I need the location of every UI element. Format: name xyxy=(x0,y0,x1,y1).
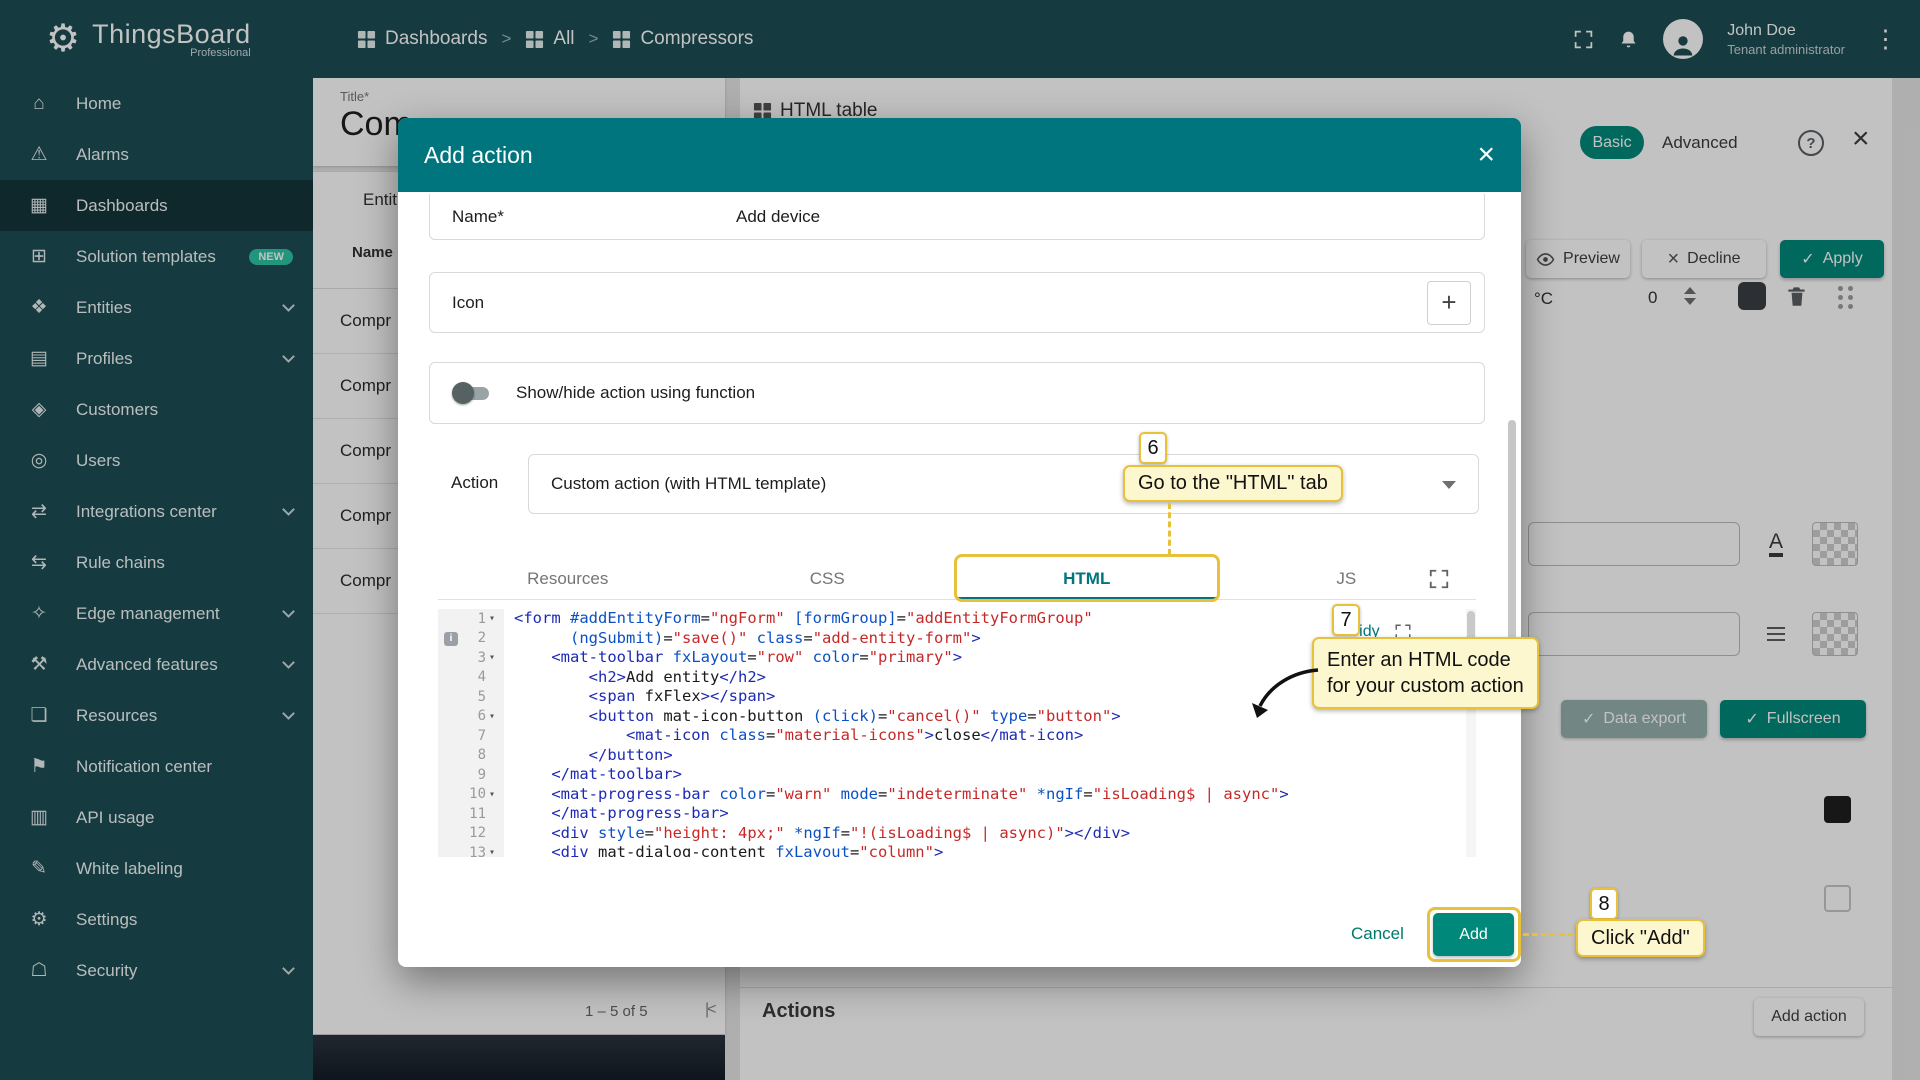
step-8-connector xyxy=(1523,933,1574,936)
code-line: <div style="height: 4px;" *ngIf="!(isLoa… xyxy=(514,824,1462,844)
step-7-callout: Enter an HTML code for your custom actio… xyxy=(1312,637,1539,709)
show-hide-function-row: Show/hide action using function xyxy=(429,362,1485,424)
step-7-arrow xyxy=(1248,664,1324,722)
tab-css[interactable]: CSS xyxy=(698,557,958,600)
expand-tabs-icon[interactable] xyxy=(1428,568,1450,590)
step-6-badge: 6 xyxy=(1139,432,1167,464)
gutter-line-number: 6▾ xyxy=(438,707,504,727)
add-action-dialog: Add action × Name* Add device Icon + Sho… xyxy=(398,118,1521,967)
screen: Title* Com Entiti Name ComprComprComprCo… xyxy=(0,0,1920,1080)
code-line: </mat-progress-bar> xyxy=(514,804,1462,824)
action-label: Action xyxy=(451,473,498,493)
step-8-text: Click "Add" xyxy=(1591,927,1690,950)
close-dialog-icon[interactable]: × xyxy=(1477,140,1495,170)
step-7-badge: 7 xyxy=(1332,604,1360,636)
name-field-label: Name* xyxy=(452,207,504,227)
icon-field-label: Icon xyxy=(452,293,1427,313)
code-line: <div mat-dialog-content fxLayout="column… xyxy=(514,843,1462,857)
step-6-connector xyxy=(1168,503,1171,555)
name-field[interactable]: Name* Add device xyxy=(429,194,1485,240)
icon-field: Icon + xyxy=(429,272,1485,333)
add-button-highlight xyxy=(1427,907,1521,962)
step-7-text-line2: for your custom action xyxy=(1327,673,1524,699)
add-icon-button[interactable]: + xyxy=(1427,281,1471,325)
editor-info-annotation: i xyxy=(444,632,458,646)
action-type-value: Custom action (with HTML template) xyxy=(551,474,826,494)
show-hide-toggle-label: Show/hide action using function xyxy=(516,383,755,403)
gutter-line-number: 7 xyxy=(438,726,504,746)
code-line: <mat-icon class="material-icons">close</… xyxy=(514,726,1462,746)
gutter-line-number: 13▾ xyxy=(438,843,504,857)
step-6-callout: Go to the "HTML" tab xyxy=(1123,465,1343,502)
gutter-line-number: 12 xyxy=(438,824,504,844)
gutter-line-number: 8 xyxy=(438,746,504,766)
dialog-title: Add action xyxy=(424,142,1477,169)
cancel-button[interactable]: Cancel xyxy=(1351,924,1404,944)
tab-resources[interactable]: Resources xyxy=(438,557,698,600)
gutter-line-number: 5 xyxy=(438,687,504,707)
gutter-line-number: 1▾ xyxy=(438,609,504,629)
chevron-down-icon xyxy=(1442,481,1456,489)
gutter-line-number: 11 xyxy=(438,804,504,824)
html-tab-highlight xyxy=(954,554,1220,602)
gutter-line-number: 10▾ xyxy=(438,785,504,805)
show-hide-toggle[interactable] xyxy=(452,381,492,405)
code-line: </button> xyxy=(514,746,1462,766)
editor-gutter: 1▾23▾456▾78910▾111213▾ xyxy=(438,609,504,857)
step-7-text-line1: Enter an HTML code xyxy=(1327,647,1511,673)
code-line: <form #addEntityForm="ngForm" [formGroup… xyxy=(514,609,1462,629)
code-line: </mat-toolbar> xyxy=(514,765,1462,785)
gutter-line-number: 4 xyxy=(438,668,504,688)
dialog-header: Add action × xyxy=(398,118,1521,192)
step-8-badge: 8 xyxy=(1590,888,1618,920)
code-line: <mat-progress-bar color="warn" mode="ind… xyxy=(514,785,1462,805)
gutter-line-number: 9 xyxy=(438,765,504,785)
step-8-callout: Click "Add" xyxy=(1576,919,1705,957)
step-6-text: Go to the "HTML" tab xyxy=(1138,472,1328,495)
gutter-line-number: 3▾ xyxy=(438,648,504,668)
name-field-value: Add device xyxy=(736,207,820,227)
